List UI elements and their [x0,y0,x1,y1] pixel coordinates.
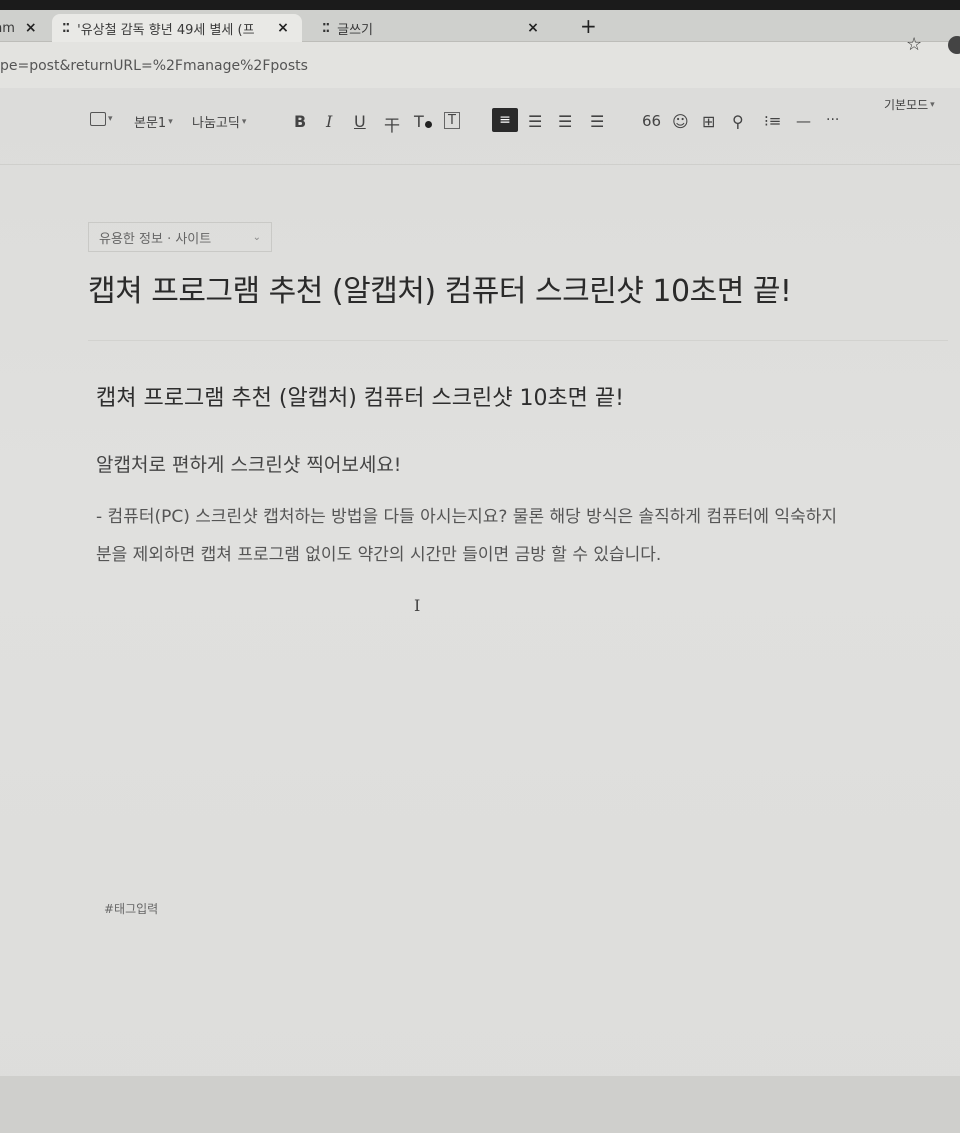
tag-input[interactable]: #태그입력 [104,900,158,917]
chevron-down-icon: ⌄ [252,231,261,243]
align-justify-icon: ☰ [590,112,605,131]
align-right-button[interactable]: ☰ [558,112,572,131]
chevron-down-icon: ▾ [241,116,247,127]
post-title-input[interactable]: 캡쳐 프로그램 추천 (알캡처) 컴퓨터 스크린샷 10초면 끝! [88,266,948,310]
underline-button[interactable]: U [354,112,366,131]
tistory-icon: ⁚⁚ [62,21,70,35]
content-heading[interactable]: 캡쳐 프로그램 추천 (알캡처) 컴퓨터 스크린샷 10초면 끝! [96,380,624,412]
mode-select[interactable]: 기본모드 ▾ [884,96,935,113]
tab-label: nm [0,20,15,36]
text-background-button[interactable]: T [444,112,460,129]
title-divider [88,340,948,341]
close-icon[interactable]: × [277,20,289,36]
align-justify-button[interactable]: ☰ [590,112,604,131]
profile-avatar[interactable] [948,36,960,54]
bottom-bar [0,1076,960,1133]
tab-previous[interactable]: nm × [0,14,44,42]
list-icon: ⁝≡ [764,112,782,130]
editor-toolbar: ▾ 본문1 ▾ 나눔고딕 ▾ B I U 干 T T ≡ ☰ ☰ ☰ 66 ☺ … [0,88,960,164]
category-label: 유용한 정보 · 사이트 [99,231,212,247]
chevron-down-icon: ▾ [108,114,113,124]
close-icon[interactable]: × [25,20,37,36]
category-select[interactable]: 유용한 정보 · 사이트 ⌄ [88,222,272,252]
table-button[interactable]: ⊞ [702,112,715,131]
paragraph-style-select[interactable]: 본문1 ▾ [134,112,173,131]
tab-news[interactable]: ⁚⁚ '유상철 감독 향년 49세 별세 (프 × [52,14,302,42]
body-line: - 컴퓨터(PC) 스크린샷 캡처하는 방법을 다들 아시는지요? 물론 해당 … [96,507,837,527]
body-line: 분을 제외하면 캡쳐 프로그램 없이도 약간의 시간만 들이면 금방 할 수 있… [96,545,662,565]
window-top-bar [0,0,960,10]
chevron-down-icon: ▾ [930,99,935,110]
chevron-down-icon: ▾ [168,116,173,127]
link-icon: ⚲ [732,112,744,131]
text-color-button[interactable]: T [414,112,432,131]
text-color-label: T [414,112,424,131]
emoticon-button[interactable]: ☺ [672,112,689,131]
italic-button[interactable]: I [326,112,332,131]
horizontal-line-icon: — [796,112,811,130]
toolbar-divider [0,164,960,165]
color-dot-icon [424,121,432,128]
tab-label: 글쓰기 [337,22,374,38]
font-select[interactable]: 나눔고딕 ▾ [192,112,246,131]
align-left-button[interactable]: ≡ [492,108,518,132]
address-bar: pe=post&returnURL=%2Fmanage%2Fposts ☆ [0,34,960,88]
bookmark-star-icon[interactable]: ☆ [906,34,922,55]
bold-button[interactable]: B [294,112,306,131]
more-button[interactable]: ··· [826,112,839,128]
tistory-icon: ⁚⁚ [322,21,330,35]
list-button[interactable]: ⁝≡ [764,112,781,130]
paragraph-style-label: 본문1 [134,116,167,131]
quote-button[interactable]: 66 [642,112,661,130]
tab-strip: nm × ⁚⁚ '유상철 감독 향년 49세 별세 (프 × ⁚⁚ 글쓰기 × … [0,10,960,42]
emoticon-icon: ☺ [672,112,689,131]
mode-label: 기본모드 [884,98,929,112]
align-center-button[interactable]: ☰ [528,112,542,131]
align-right-icon: ☰ [558,112,573,131]
align-left-icon: ≡ [492,108,518,132]
url-field[interactable]: pe=post&returnURL=%2Fmanage%2Fposts [0,58,308,74]
editor-page: ▾ 본문1 ▾ 나눔고딕 ▾ B I U 干 T T ≡ ☰ ☰ ☰ 66 ☺ … [0,88,960,1133]
align-center-icon: ☰ [528,112,543,131]
new-tab-button[interactable]: + [580,14,597,38]
link-button[interactable]: ⚲ [732,112,744,131]
tab-label: '유상철 감독 향년 49세 별세 (프 [77,22,255,38]
close-icon[interactable]: × [527,20,539,36]
content-body-paragraph[interactable]: - 컴퓨터(PC) 스크린샷 캡처하는 방법을 다들 아시는지요? 물론 해당 … [96,498,960,574]
text-cursor-icon: I [414,596,421,615]
font-label: 나눔고딕 [192,116,240,131]
image-icon [90,112,106,126]
text-background-label: T [444,112,460,129]
strikethrough-button[interactable]: 干 [384,112,400,136]
insert-image-button[interactable]: ▾ [90,112,113,126]
table-icon: ⊞ [702,112,716,131]
horizontal-line-button[interactable]: — [796,112,811,130]
content-lead-paragraph[interactable]: 알캡처로 편하게 스크린샷 찍어보세요! [96,450,401,477]
tab-write[interactable]: ⁚⁚ 글쓰기 × [318,14,568,42]
